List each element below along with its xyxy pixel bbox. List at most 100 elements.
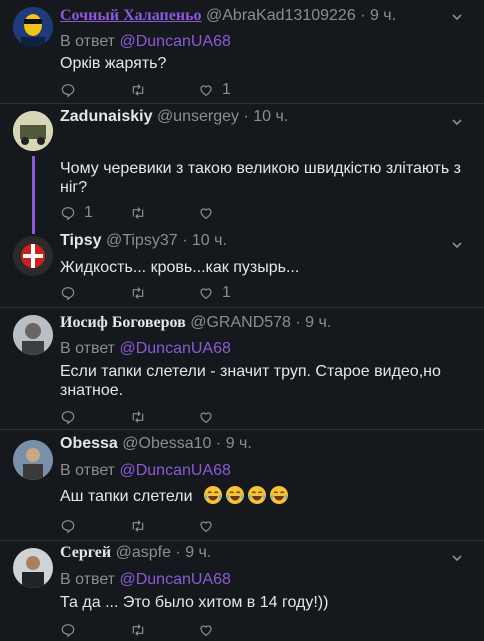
thread-connector xyxy=(32,156,35,234)
reply-mention[interactable]: @DuncanUA68 xyxy=(119,33,230,50)
retweet-icon xyxy=(130,409,146,425)
tweet-header: Сергей @aspfe · 9 ч. xyxy=(60,544,212,561)
avatar[interactable] xyxy=(13,548,53,588)
retweet-button[interactable] xyxy=(130,407,154,427)
tweet-header: Obessa @Obessa10 · 9 ч. xyxy=(60,435,252,452)
like-button[interactable]: 1 xyxy=(198,283,231,303)
author-name[interactable]: Иосиф Боговеров xyxy=(60,314,186,331)
avatar[interactable] xyxy=(13,236,53,276)
retweet-icon xyxy=(130,622,146,638)
reply-icon xyxy=(60,82,76,98)
reply-icon xyxy=(60,285,76,301)
reply-prefix: В ответ xyxy=(60,462,116,479)
like-button[interactable] xyxy=(198,516,222,536)
retweet-button[interactable] xyxy=(130,620,154,640)
retweet-icon xyxy=(130,82,146,98)
like-button[interactable]: 1 xyxy=(198,80,231,100)
retweet-button[interactable] xyxy=(130,516,154,536)
author-name[interactable]: Tipsy xyxy=(60,232,102,249)
like-icon xyxy=(198,409,214,425)
like-icon xyxy=(198,82,214,98)
like-button[interactable] xyxy=(198,407,222,427)
avatar[interactable] xyxy=(13,315,53,355)
like-icon xyxy=(198,622,214,638)
tweet-header: Сочный Халапеньо @AbraKad13109226 · 9 ч. xyxy=(60,7,397,24)
timestamp[interactable]: 9 ч. xyxy=(185,544,211,561)
author-handle[interactable]: @Tipsy37 xyxy=(106,232,178,249)
chevron-down-icon[interactable] xyxy=(452,553,462,563)
retweet-icon xyxy=(130,205,146,221)
timestamp[interactable]: 10 ч. xyxy=(192,232,227,249)
author-handle[interactable]: @Obessa10 xyxy=(122,435,211,452)
timestamp[interactable]: 9 ч. xyxy=(226,435,252,452)
avatar[interactable] xyxy=(13,111,53,151)
reply-icon xyxy=(60,518,76,534)
timestamp[interactable]: 9 ч. xyxy=(305,314,331,331)
tweet-text: Жидкость... кровь...как пузырь... xyxy=(60,259,300,276)
avatar[interactable] xyxy=(13,440,53,480)
reply-prefix: В ответ xyxy=(60,571,116,588)
reply-button[interactable]: 1 xyxy=(60,203,93,223)
like-button[interactable] xyxy=(198,203,222,223)
reply-button[interactable] xyxy=(60,516,84,536)
retweet-button[interactable] xyxy=(130,283,154,303)
tweet-header: Иосиф Боговеров @GRAND578 · 9 ч. xyxy=(60,314,332,331)
tweet-text: Чому черевики з такою великою швидкістю … xyxy=(60,160,461,196)
like-icon xyxy=(198,285,214,301)
tweet[interactable]: Сочный Халапеньо @AbraKad13109226 · 9 ч.… xyxy=(0,0,484,104)
tears-of-joy-emoji xyxy=(247,485,267,505)
reply-icon xyxy=(60,409,76,425)
like-icon xyxy=(198,205,214,221)
like-count: 1 xyxy=(222,81,231,98)
tweet[interactable]: Obessa @Obessa10 · 9 ч. В ответ @DuncanU… xyxy=(0,430,484,541)
author-handle[interactable]: @unsergey xyxy=(157,108,239,125)
author-handle[interactable]: @aspfe xyxy=(116,544,171,561)
reply-context: В ответ @DuncanUA68 xyxy=(60,33,231,51)
reply-mention[interactable]: @DuncanUA68 xyxy=(119,340,230,357)
retweet-button[interactable] xyxy=(130,80,154,100)
author-handle[interactable]: @GRAND578 xyxy=(190,314,291,331)
tweet[interactable]: Tipsy @Tipsy37 · 10 ч. Жидкость... кровь… xyxy=(0,230,484,308)
tweet[interactable]: Сергей @aspfe · 9 ч. В ответ @DuncanUA68… xyxy=(0,541,484,641)
reply-context: В ответ @DuncanUA68 xyxy=(60,571,231,589)
reply-prefix: В ответ xyxy=(60,340,116,357)
author-name[interactable]: Zadunaiskiy xyxy=(60,108,152,125)
tears-of-joy-emoji xyxy=(225,485,245,505)
reply-prefix: В ответ xyxy=(60,33,116,50)
reply-icon xyxy=(60,622,76,638)
chevron-down-icon[interactable] xyxy=(452,240,462,250)
reply-button[interactable] xyxy=(60,283,84,303)
tweet-text: Аш тапки слетели xyxy=(60,485,470,506)
author-name[interactable]: Сергей xyxy=(60,544,111,561)
chevron-down-icon[interactable] xyxy=(452,12,462,22)
timestamp[interactable]: 10 ч. xyxy=(253,108,288,125)
reply-mention[interactable]: @DuncanUA68 xyxy=(119,462,230,479)
author-name[interactable]: Сочный Халапеньо xyxy=(60,7,202,24)
reply-mention[interactable]: @DuncanUA68 xyxy=(119,571,230,588)
tweet-header: Zadunaiskiy @unsergey · 10 ч. xyxy=(60,108,289,125)
like-count: 1 xyxy=(222,284,231,301)
reply-button[interactable] xyxy=(60,620,84,640)
tweet-header: Tipsy @Tipsy37 · 10 ч. xyxy=(60,232,227,249)
reply-context: В ответ @DuncanUA68 xyxy=(60,340,231,358)
author-handle[interactable]: @AbraKad13109226 xyxy=(206,7,356,24)
tweet-text: Орків жарять? xyxy=(60,55,167,72)
chevron-down-icon[interactable] xyxy=(452,117,462,127)
reply-button[interactable] xyxy=(60,80,84,100)
retweet-icon xyxy=(130,518,146,534)
like-button[interactable] xyxy=(198,620,222,640)
author-name[interactable]: Obessa xyxy=(60,435,118,452)
tweet-text: Та да ... Это было хитом в 14 году!)) xyxy=(60,594,329,611)
reply-context: В ответ @DuncanUA68 xyxy=(60,462,231,480)
tweet[interactable]: Иосиф Боговеров @GRAND578 · 9 ч. В ответ… xyxy=(0,308,484,430)
reply-feed: Сочный Халапеньо @AbraKad13109226 · 9 ч.… xyxy=(0,0,484,641)
timestamp[interactable]: 9 ч. xyxy=(370,7,396,24)
tears-of-joy-emoji xyxy=(269,485,289,505)
avatar[interactable] xyxy=(13,7,53,47)
tweet[interactable]: Zadunaiskiy @unsergey · 10 ч. Чому черев… xyxy=(0,104,484,234)
tweet-text-body: Аш тапки слетели xyxy=(60,488,193,505)
like-icon xyxy=(198,518,214,534)
retweet-button[interactable] xyxy=(130,203,154,223)
reply-button[interactable] xyxy=(60,407,84,427)
reply-count: 1 xyxy=(84,204,93,221)
